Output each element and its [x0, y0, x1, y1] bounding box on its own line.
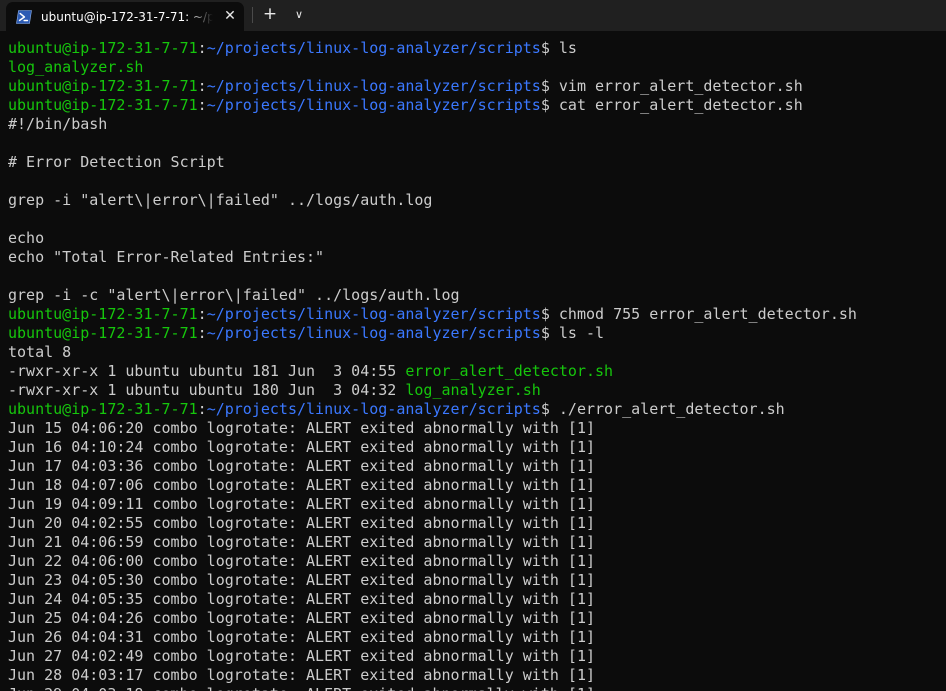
prompt-line: ubuntu@ip-172-31-7-71:~/projects/linux-l…: [8, 77, 946, 96]
powershell-icon: [16, 10, 32, 24]
prompt-path: ~/projects/linux-log-analyzer/scripts: [206, 400, 541, 418]
prompt-user: ubuntu@ip-172-31-7-71: [8, 324, 198, 342]
prompt-user: ubuntu@ip-172-31-7-71: [8, 39, 198, 57]
terminal-output[interactable]: ubuntu@ip-172-31-7-71:~/projects/linux-l…: [8, 39, 946, 691]
prompt-symbol: $: [540, 400, 559, 418]
prompt-colon: :: [197, 324, 207, 342]
prompt-path: ~/projects/linux-log-analyzer/scripts: [206, 77, 541, 95]
output-line: grep -i "alert\|error\|failed" ../logs/a…: [8, 191, 433, 209]
prompt-path: ~/projects/linux-log-analyzer/scripts: [206, 39, 541, 57]
prompt-user: ubuntu@ip-172-31-7-71: [8, 400, 198, 418]
prompt-path: ~/projects/linux-log-analyzer/scripts: [206, 96, 541, 114]
output-line: Jun 22 04:06:00 combo logrotate: ALERT e…: [8, 552, 595, 570]
terminal-tab[interactable]: ubuntu@ip-172-31-7-71: ~/projects/linux-…: [6, 2, 244, 31]
prompt-user: ubuntu@ip-172-31-7-71: [8, 305, 198, 323]
chevron-down-icon[interactable]: ∨: [288, 3, 310, 27]
output-line: Jun 28 04:03:17 combo logrotate: ALERT e…: [8, 666, 595, 684]
prompt-symbol: $: [540, 96, 559, 114]
prompt-colon: :: [197, 305, 207, 323]
output-line: echo: [8, 229, 45, 247]
prompt-line: ubuntu@ip-172-31-7-71:~/projects/linux-l…: [8, 39, 946, 58]
prompt-colon: :: [197, 96, 207, 114]
prompt-line: ubuntu@ip-172-31-7-71:~/projects/linux-l…: [8, 305, 946, 324]
prompt-symbol: $: [540, 324, 559, 342]
prompt-colon: :: [197, 77, 207, 95]
terminal-window: ubuntu@ip-172-31-7-71: ~/projects/linux-…: [0, 0, 946, 691]
tab-title: ubuntu@ip-172-31-7-71: ~/projects/linux-…: [41, 10, 213, 24]
file-name: log_analyzer.sh: [405, 381, 541, 399]
prompt-line: ubuntu@ip-172-31-7-71:~/projects/linux-l…: [8, 324, 946, 343]
prompt-colon: :: [197, 39, 207, 57]
command-text: ls -l: [558, 324, 605, 342]
file-name: log_analyzer.sh: [8, 58, 144, 76]
output-line: Jun 25 04:04:26 combo logrotate: ALERT e…: [8, 609, 595, 627]
prompt-symbol: $: [540, 39, 559, 57]
command-text: cat error_alert_detector.sh: [558, 96, 803, 114]
prompt-colon: :: [197, 400, 207, 418]
command-text: ./error_alert_detector.sh: [558, 400, 785, 418]
file-meta: -rwxr-xr-x 1 ubuntu ubuntu 180 Jun 3 04:…: [8, 381, 406, 399]
command-text: chmod 755 error_alert_detector.sh: [558, 305, 857, 323]
output-line: Jun 19 04:09:11 combo logrotate: ALERT e…: [8, 495, 595, 513]
output-line: Jun 15 04:06:20 combo logrotate: ALERT e…: [8, 419, 595, 437]
command-text: ls: [558, 39, 577, 57]
output-line: Jun 18 04:07:06 combo logrotate: ALERT e…: [8, 476, 595, 494]
ls-long-line: -rwxr-xr-x 1 ubuntu ubuntu 180 Jun 3 04:…: [8, 381, 946, 400]
output-line: Jun 21 04:06:59 combo logrotate: ALERT e…: [8, 533, 595, 551]
output-line: Jun 26 04:04:31 combo logrotate: ALERT e…: [8, 628, 595, 646]
prompt-line: ubuntu@ip-172-31-7-71:~/projects/linux-l…: [8, 400, 946, 419]
prompt-line: ubuntu@ip-172-31-7-71:~/projects/linux-l…: [8, 96, 946, 115]
prompt-symbol: $: [540, 305, 559, 323]
output-line: grep -i -c "alert\|error\|failed" ../log…: [8, 286, 460, 304]
prompt-user: ubuntu@ip-172-31-7-71: [8, 96, 198, 114]
prompt-path: ~/projects/linux-log-analyzer/scripts: [206, 305, 541, 323]
file-name: error_alert_detector.sh: [405, 362, 614, 380]
prompt-user: ubuntu@ip-172-31-7-71: [8, 77, 198, 95]
output-line: Jun 17 04:03:36 combo logrotate: ALERT e…: [8, 457, 595, 475]
output-line: Jun 24 04:05:35 combo logrotate: ALERT e…: [8, 590, 595, 608]
tab-divider: [252, 7, 253, 23]
close-tab-icon[interactable]: ✕: [219, 5, 241, 27]
new-tab-plus-icon[interactable]: +: [258, 3, 282, 27]
output-line: Jun 20 04:02:55 combo logrotate: ALERT e…: [8, 514, 595, 532]
command-text: vim error_alert_detector.sh: [558, 77, 803, 95]
output-line: Jun 29 04:03:18 combo logrotate: ALERT e…: [8, 685, 946, 691]
ls-output-line: log_analyzer.sh: [8, 58, 946, 77]
output-line: total 8: [8, 343, 72, 361]
output-line: echo "Total Error-Related Entries:": [8, 248, 325, 266]
prompt-symbol: $: [540, 77, 559, 95]
output-line: Jun 23 04:05:30 combo logrotate: ALERT e…: [8, 571, 595, 589]
ls-long-line: -rwxr-xr-x 1 ubuntu ubuntu 181 Jun 3 04:…: [8, 362, 946, 381]
output-line: # Error Detection Script: [8, 153, 225, 171]
output-line: Jun 16 04:10:24 combo logrotate: ALERT e…: [8, 438, 595, 456]
prompt-path: ~/projects/linux-log-analyzer/scripts: [206, 324, 541, 342]
output-line: Jun 27 04:02:49 combo logrotate: ALERT e…: [8, 647, 595, 665]
tab-bar: ubuntu@ip-172-31-7-71: ~/projects/linux-…: [0, 0, 946, 31]
output-line: #!/bin/bash: [8, 115, 108, 133]
file-meta: -rwxr-xr-x 1 ubuntu ubuntu 181 Jun 3 04:…: [8, 362, 406, 380]
